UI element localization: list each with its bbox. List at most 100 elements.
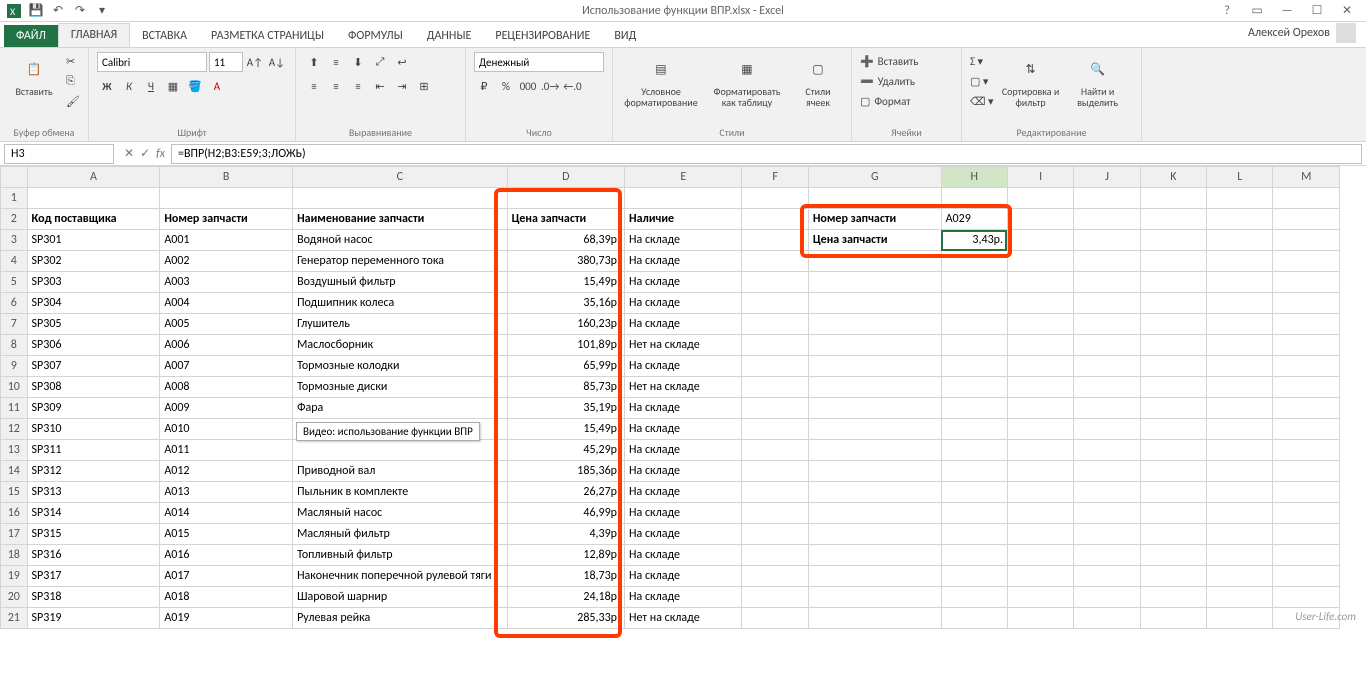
cell[interactable]: [1007, 209, 1073, 230]
cell[interactable]: [808, 440, 941, 461]
cell[interactable]: На складе: [625, 587, 742, 608]
cell[interactable]: [742, 482, 808, 503]
cell[interactable]: [808, 251, 941, 272]
cell[interactable]: [941, 524, 1007, 545]
cell[interactable]: На складе: [625, 314, 742, 335]
spreadsheet-grid[interactable]: A B C D E F G H I J K L M 12 Код поставщ…: [0, 166, 1340, 629]
cell[interactable]: [1207, 566, 1273, 587]
minimize-icon[interactable]: —: [1274, 4, 1300, 18]
border-button[interactable]: ▦: [163, 76, 183, 96]
cell[interactable]: [742, 209, 808, 230]
cell[interactable]: A018: [160, 587, 293, 608]
cell[interactable]: На складе: [625, 419, 742, 440]
col-header-g[interactable]: G: [808, 167, 941, 188]
cell[interactable]: [1140, 587, 1206, 608]
cell[interactable]: 45,29р.: [507, 440, 624, 461]
cell[interactable]: [1273, 314, 1340, 335]
cell[interactable]: [1273, 587, 1340, 608]
cell[interactable]: [1207, 461, 1273, 482]
cell[interactable]: [1140, 293, 1206, 314]
cell[interactable]: [742, 356, 808, 377]
number-format-dropdown[interactable]: Денежный: [474, 52, 604, 72]
cell[interactable]: [1140, 335, 1206, 356]
row-header[interactable]: 19: [1, 566, 28, 587]
cell[interactable]: [1074, 230, 1140, 251]
format-painter-button[interactable]: 🖌: [66, 92, 80, 110]
cell[interactable]: На складе: [625, 230, 742, 251]
cell[interactable]: SP315: [27, 524, 160, 545]
cell[interactable]: [1140, 398, 1206, 419]
cell[interactable]: [1074, 503, 1140, 524]
cell[interactable]: [1140, 545, 1206, 566]
font-name-dropdown[interactable]: Calibri: [97, 52, 207, 72]
undo-icon[interactable]: ↶: [48, 2, 68, 20]
cell[interactable]: [1273, 230, 1340, 251]
cell[interactable]: [1207, 503, 1273, 524]
cell[interactable]: [742, 419, 808, 440]
cell[interactable]: SP313: [27, 482, 160, 503]
cell[interactable]: [1273, 566, 1340, 587]
cell[interactable]: [1273, 461, 1340, 482]
cell[interactable]: A006: [160, 335, 293, 356]
cell[interactable]: [1007, 188, 1073, 209]
cell[interactable]: [1007, 272, 1073, 293]
align-center-icon[interactable]: ≡: [326, 76, 346, 96]
cell[interactable]: На складе: [625, 356, 742, 377]
cell[interactable]: [1207, 335, 1273, 356]
cell[interactable]: Пыльник в комплекте: [293, 482, 507, 503]
tab-review[interactable]: РЕЦЕНЗИРОВАНИЕ: [483, 25, 602, 47]
cell[interactable]: A014: [160, 503, 293, 524]
cell[interactable]: SP316: [27, 545, 160, 566]
cell[interactable]: [1074, 524, 1140, 545]
conditional-formatting-button[interactable]: ▤ Условное форматирование: [621, 52, 701, 110]
cell[interactable]: На складе: [625, 524, 742, 545]
cell[interactable]: [1074, 608, 1140, 629]
cell[interactable]: [742, 293, 808, 314]
cell[interactable]: [1273, 188, 1340, 209]
cell[interactable]: На складе: [625, 503, 742, 524]
wrap-text-icon[interactable]: ↩: [392, 52, 412, 72]
row-header[interactable]: 8: [1, 335, 28, 356]
cell[interactable]: [1207, 272, 1273, 293]
cell[interactable]: 85,73р.: [507, 377, 624, 398]
cell[interactable]: Цена запчасти: [808, 230, 941, 251]
delete-cells-button[interactable]: ➖ Удалить: [860, 72, 919, 90]
cell[interactable]: Масляный насос: [293, 503, 507, 524]
cell[interactable]: [1007, 293, 1073, 314]
row-header[interactable]: 6: [1, 293, 28, 314]
cell[interactable]: Номер запчасти: [160, 209, 293, 230]
cell[interactable]: [1140, 461, 1206, 482]
cell[interactable]: [1007, 503, 1073, 524]
cell[interactable]: SP319: [27, 608, 160, 629]
sort-filter-button[interactable]: ⇅ Сортировка и фильтр: [1000, 52, 1062, 110]
col-header-c[interactable]: C: [293, 167, 507, 188]
decrease-font-icon[interactable]: A↓: [267, 52, 287, 72]
col-header-h[interactable]: H: [941, 167, 1007, 188]
cell[interactable]: Воздушный фильтр: [293, 272, 507, 293]
cell[interactable]: [742, 566, 808, 587]
cell[interactable]: A029: [941, 209, 1007, 230]
cell[interactable]: Нет на складе: [625, 608, 742, 629]
cell[interactable]: 185,36р.: [507, 461, 624, 482]
cell[interactable]: 12,89р.: [507, 545, 624, 566]
cell[interactable]: [1207, 293, 1273, 314]
cell[interactable]: 35,16р.: [507, 293, 624, 314]
tab-formulas[interactable]: ФОРМУЛЫ: [336, 25, 415, 47]
cell[interactable]: 380,73р.: [507, 251, 624, 272]
currency-icon[interactable]: ₽: [474, 76, 494, 96]
cell[interactable]: [1007, 461, 1073, 482]
cell[interactable]: [742, 503, 808, 524]
tab-pagelayout[interactable]: РАЗМЕТКА СТРАНИЦЫ: [199, 25, 336, 47]
cell[interactable]: [941, 545, 1007, 566]
cell[interactable]: [1140, 608, 1206, 629]
cell[interactable]: SP310: [27, 419, 160, 440]
cell[interactable]: [1140, 503, 1206, 524]
row-header[interactable]: 16: [1, 503, 28, 524]
cell[interactable]: [1007, 314, 1073, 335]
cell[interactable]: SP302: [27, 251, 160, 272]
paste-button[interactable]: 📋 Вставить: [8, 52, 60, 99]
autosum-button[interactable]: Σ ▾: [970, 52, 994, 70]
comma-icon[interactable]: 000: [518, 76, 538, 96]
help-icon[interactable]: ?: [1214, 4, 1240, 18]
cell[interactable]: [808, 272, 941, 293]
